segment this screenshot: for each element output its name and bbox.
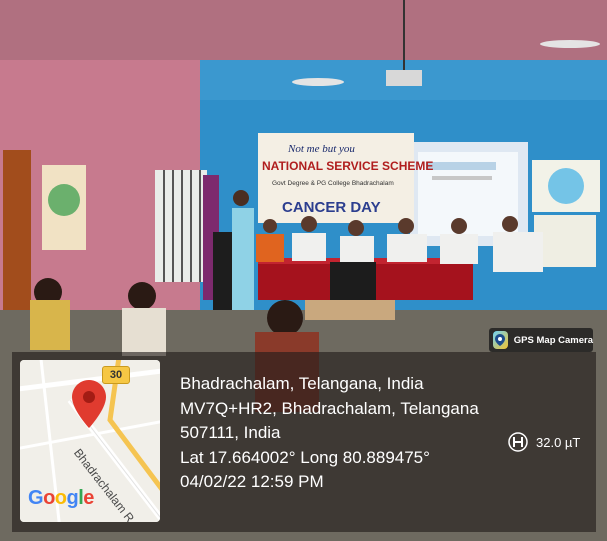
- coordinates: Lat 17.664002° Long 80.889475°: [180, 447, 430, 467]
- svg-text:Govt Degree & PG College Bhadr: Govt Degree & PG College Bhadrachalam: [272, 180, 394, 187]
- road-number-shield: 30: [102, 366, 130, 384]
- svg-text:NATIONAL SERVICE SCHEME: NATIONAL SERVICE SCHEME: [262, 159, 433, 173]
- badge-label: GPS Map Camera: [513, 334, 593, 346]
- date-time: 04/02/22 12:59 PM: [180, 472, 324, 491]
- address-line-2: 507111, India: [180, 423, 281, 442]
- svg-text:Not me but you: Not me but you: [287, 143, 355, 155]
- gps-map-camera-icon: [493, 331, 508, 349]
- map-thumbnail: 30 Bhadrachalam R Google: [20, 360, 160, 522]
- magnetic-field-icon: [508, 432, 528, 452]
- address-line-1: MV7Q+HR2, Bhadrachalam, Telangana: [180, 398, 479, 418]
- place-name: Bhadrachalam, Telangana, India: [180, 374, 424, 393]
- google-logo: Google: [28, 487, 94, 509]
- magnetic-field-reading: 32.0 µT: [508, 432, 580, 452]
- geotagged-photo: Not me but you NATIONAL SERVICE SCHEME G…: [0, 0, 607, 541]
- location-details: Bhadrachalam, Telangana, India MV7Q+HR2,…: [180, 372, 479, 495]
- svg-text:CANCER DAY: CANCER DAY: [282, 199, 381, 216]
- magnetic-field-value: 32.0 µT: [536, 434, 581, 450]
- gps-map-camera-badge: GPS Map Camera: [489, 328, 593, 352]
- map-pin-icon: [72, 380, 106, 428]
